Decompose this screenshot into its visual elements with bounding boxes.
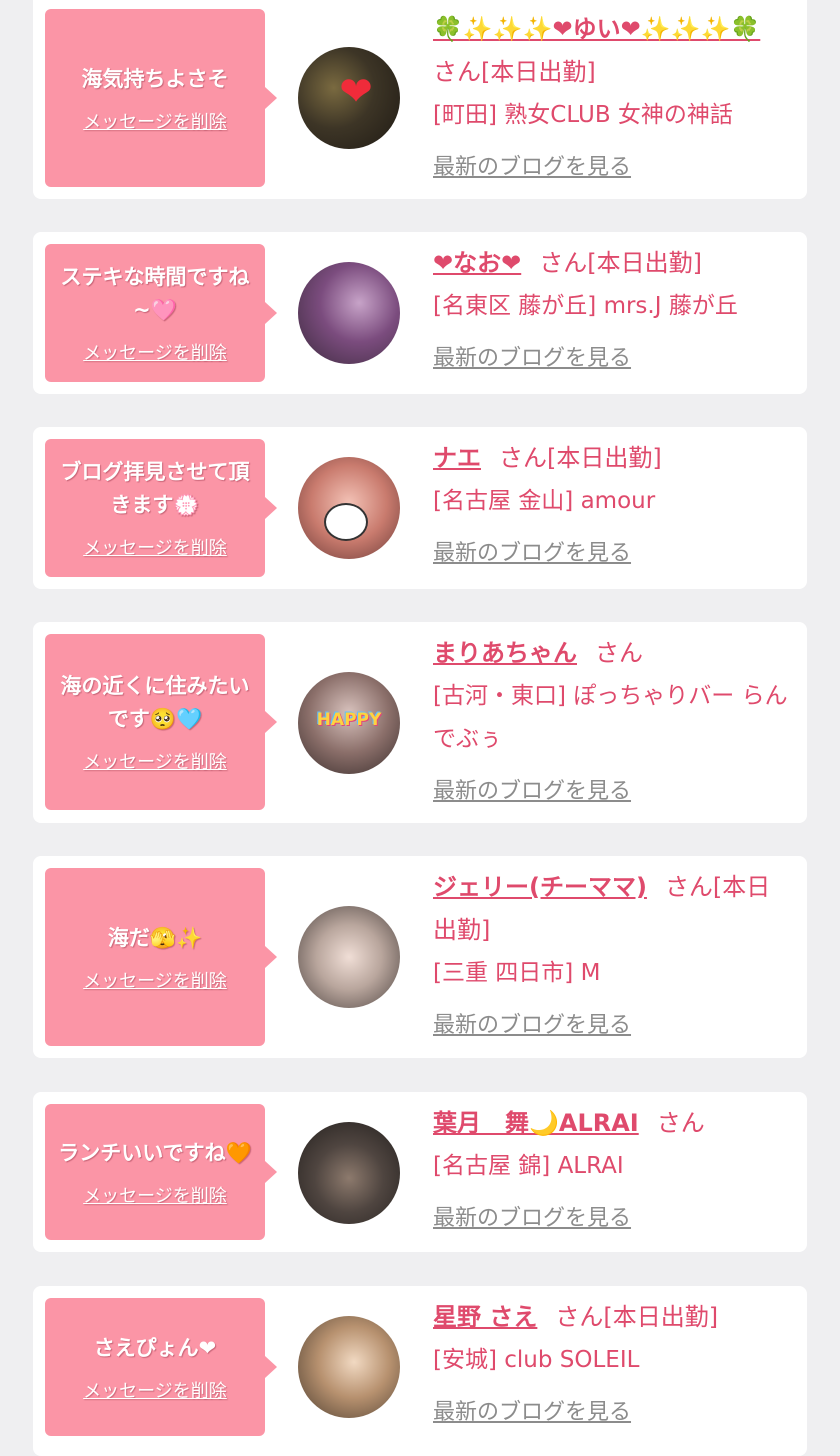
shop-text: [名古屋 錦] ALRAI: [433, 1153, 624, 1179]
message-text: 海だ🫣✨: [107, 925, 203, 950]
bear-sticker-icon: [324, 503, 368, 541]
view-blog-link[interactable]: 最新のブログを見る: [433, 1007, 631, 1039]
message-card: 海の近くに住みたいです🥺🩵 メッセージを削除 HAPPY まりあちゃん さん [古…: [33, 622, 807, 823]
message-card: 海気持ちよさそ メッセージを削除 ❤ 🍀✨✨✨❤ゆい❤✨✨✨🍀 さん[本日出勤] …: [33, 0, 807, 199]
message-bubble: 海だ🫣✨ メッセージを削除: [45, 868, 277, 1046]
profile-name-link[interactable]: 葉月 舞🌙ALRAI: [433, 1109, 639, 1137]
name-line: 葉月 舞🌙ALRAI さん: [433, 1102, 793, 1145]
profile-name-link[interactable]: ジェリー(チーママ): [433, 873, 647, 901]
status-text: さん[本日出勤]: [433, 58, 596, 86]
message-card: ランチいいですね🧡 メッセージを削除 葉月 舞🌙ALRAI さん [名古屋 錦] …: [33, 1092, 807, 1252]
avatar[interactable]: [298, 457, 400, 559]
profile-info: ジェリー(チーママ) さん[本日出勤] [三重 四日市] M 最新のブログを見る: [433, 866, 793, 1039]
shop-text: [古河・東口] ぽっちゃりバー らんでぶぅ: [433, 683, 788, 752]
name-line: 星野 さえ さん[本日出勤]: [433, 1296, 793, 1339]
message-bubble: ブログ拝見させて頂きます💮 メッセージを削除: [45, 439, 277, 577]
profile-name-link[interactable]: ❤なお❤: [433, 249, 521, 277]
message-card: 海だ🫣✨ メッセージを削除 ジェリー(チーママ) さん[本日出勤] [三重 四日市…: [33, 856, 807, 1058]
view-blog-link[interactable]: 最新のブログを見る: [433, 773, 631, 805]
view-blog-link[interactable]: 最新のブログを見る: [433, 1200, 631, 1232]
view-blog-link[interactable]: 最新のブログを見る: [433, 1394, 631, 1426]
status-text: さん: [656, 1109, 705, 1137]
message-bubble: さえぴょん❤ メッセージを削除: [45, 1298, 277, 1436]
profile-info: ナエ さん[本日出勤] [名古屋 金山] amour 最新のブログを見る: [433, 437, 793, 567]
message-card: さえぴょん❤ メッセージを削除 星野 さえ さん[本日出勤] [安城] club …: [33, 1286, 807, 1456]
profile-info: まりあちゃん さん [古河・東口] ぽっちゃりバー らんでぶぅ 最新のブログを見る: [433, 632, 793, 805]
delete-message-link[interactable]: メッセージを削除: [83, 748, 227, 774]
happy-sticker-icon: HAPPY: [316, 710, 382, 730]
message-text: ブログ拝見させて頂きます💮: [60, 460, 250, 517]
view-blog-link[interactable]: 最新のブログを見る: [433, 149, 631, 181]
heart-sticker-icon: ❤: [339, 69, 373, 115]
message-bubble: ステキな時間ですね~🩷 メッセージを削除: [45, 244, 277, 382]
profile-info: ❤なお❤ さん[本日出勤] [名東区 藤が丘] mrs.J 藤が丘 最新のブログを…: [433, 242, 793, 372]
delete-message-link[interactable]: メッセージを削除: [83, 339, 227, 365]
name-line: まりあちゃん さん: [433, 632, 793, 675]
message-card: ブログ拝見させて頂きます💮 メッセージを削除 ナエ さん[本日出勤] [名古屋 金…: [33, 427, 807, 589]
shop-text: [名古屋 金山] amour: [433, 488, 656, 514]
message-bubble: 海気持ちよさそ メッセージを削除: [45, 9, 277, 187]
message-text: 海の近くに住みたいです🥺🩵: [60, 674, 250, 731]
profile-name-link[interactable]: 星野 さえ: [433, 1303, 537, 1331]
message-text: ランチいいですね🧡: [58, 1140, 252, 1165]
profile-info: 🍀✨✨✨❤ゆい❤✨✨✨🍀 さん[本日出勤] [町田] 熟女CLUB 女神の神話 最…: [433, 8, 793, 181]
avatar[interactable]: [298, 1122, 400, 1224]
message-text: ステキな時間ですね~🩷: [60, 265, 250, 322]
name-line: ジェリー(チーママ) さん[本日出勤]: [433, 866, 793, 952]
shop-text: [名東区 藤が丘] mrs.J 藤が丘: [433, 293, 738, 319]
delete-message-link[interactable]: メッセージを削除: [83, 1377, 227, 1403]
profile-name-link[interactable]: ナエ: [433, 444, 481, 472]
name-line: ❤なお❤ さん[本日出勤]: [433, 242, 793, 285]
message-bubble: 海の近くに住みたいです🥺🩵 メッセージを削除: [45, 634, 277, 810]
profile-name-link[interactable]: まりあちゃん: [433, 639, 577, 667]
delete-message-link[interactable]: メッセージを削除: [83, 967, 227, 993]
shop-text: [町田] 熟女CLUB 女神の神話: [433, 102, 733, 128]
shop-text: [三重 四日市] M: [433, 960, 601, 986]
message-text: さえぴょん❤: [93, 1335, 217, 1360]
view-blog-link[interactable]: 最新のブログを見る: [433, 340, 631, 372]
message-bubble: ランチいいですね🧡 メッセージを削除: [45, 1104, 277, 1240]
message-card: ステキな時間ですね~🩷 メッセージを削除 ❤なお❤ さん[本日出勤] [名東区 藤…: [33, 232, 807, 394]
status-text: さん: [595, 639, 643, 667]
name-line: 🍀✨✨✨❤ゆい❤✨✨✨🍀 さん[本日出勤]: [433, 8, 793, 94]
status-text: さん[本日出勤]: [555, 1303, 719, 1331]
delete-message-link[interactable]: メッセージを削除: [83, 1182, 227, 1208]
avatar[interactable]: HAPPY: [298, 672, 400, 774]
profile-info: 星野 さえ さん[本日出勤] [安城] club SOLEIL 最新のブログを見る: [433, 1296, 793, 1426]
name-line: ナエ さん[本日出勤]: [433, 437, 793, 480]
avatar[interactable]: [298, 262, 400, 364]
profile-info: 葉月 舞🌙ALRAI さん [名古屋 錦] ALRAI 最新のブログを見る: [433, 1102, 793, 1232]
status-text: さん[本日出勤]: [499, 444, 662, 472]
status-text: さん[本日出勤]: [539, 249, 702, 277]
view-blog-link[interactable]: 最新のブログを見る: [433, 535, 631, 567]
message-text: 海気持ちよさそ: [81, 66, 229, 91]
delete-message-link[interactable]: メッセージを削除: [83, 108, 227, 134]
avatar[interactable]: ❤: [298, 47, 400, 149]
avatar[interactable]: [298, 906, 400, 1008]
profile-name-link[interactable]: 🍀✨✨✨❤ゆい❤✨✨✨🍀: [433, 15, 760, 43]
avatar[interactable]: [298, 1316, 400, 1418]
delete-message-link[interactable]: メッセージを削除: [83, 534, 227, 560]
shop-text: [安城] club SOLEIL: [433, 1347, 640, 1373]
